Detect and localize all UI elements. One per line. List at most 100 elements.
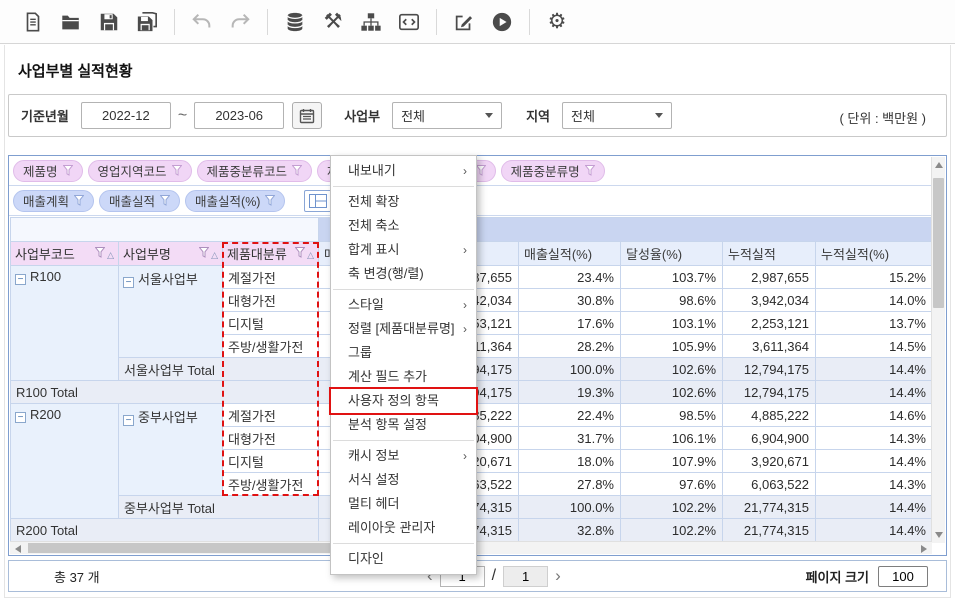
menu-item-format-settings[interactable]: 서식 설정 <box>331 468 476 492</box>
chip-product-midclass-name[interactable]: 제품중분류명 <box>501 160 605 182</box>
achieve-pct-cell[interactable]: 106.1% <box>621 427 723 450</box>
category-cell[interactable]: 디지털 <box>223 450 319 473</box>
category-cell[interactable]: 디지털 <box>223 312 319 335</box>
achieve-pct-cell[interactable]: 103.1% <box>621 312 723 335</box>
actual-pct-cell[interactable]: 19.3% <box>519 381 621 404</box>
achieve-pct-cell[interactable]: 102.2% <box>621 519 723 542</box>
menu-item-expand-all[interactable]: 전체 확장 <box>331 190 476 214</box>
division-select[interactable]: 전체 <box>392 102 502 129</box>
cum-pct-cell[interactable]: 14.4% <box>816 450 933 473</box>
pivot-layout-button[interactable] <box>304 190 332 212</box>
code-icon[interactable] <box>394 7 424 37</box>
sitemap-icon[interactable] <box>356 7 386 37</box>
cum-pct-cell[interactable]: 15.2% <box>816 266 933 289</box>
period-to-input[interactable] <box>194 102 284 129</box>
vertical-scrollbar[interactable] <box>931 157 945 543</box>
database-icon[interactable] <box>280 7 310 37</box>
actual-pct-cell[interactable]: 31.7% <box>519 427 621 450</box>
actual-pct-cell[interactable]: 17.6% <box>519 312 621 335</box>
cum-pct-cell[interactable]: 14.3% <box>816 427 933 450</box>
redo-icon[interactable] <box>225 7 255 37</box>
cum-cell[interactable]: 3,611,364 <box>723 335 816 358</box>
cum-pct-cell[interactable]: 14.0% <box>816 289 933 312</box>
save-all-icon[interactable] <box>132 7 162 37</box>
page-size-input[interactable] <box>878 566 928 587</box>
category-cell[interactable]: 주방/생활가전 <box>223 335 319 358</box>
col-header-actual-pct[interactable]: 매출실적(%) <box>519 242 621 266</box>
actual-pct-cell[interactable]: 22.4% <box>519 404 621 427</box>
undo-icon[interactable] <box>187 7 217 37</box>
div-name-cell[interactable]: −서울사업부 <box>119 266 223 358</box>
col-header-div-code[interactable]: 사업부코드△ <box>11 242 119 266</box>
cum-pct-cell[interactable]: 14.4% <box>816 496 933 519</box>
achieve-pct-cell[interactable]: 97.6% <box>621 473 723 496</box>
scroll-up-icon[interactable] <box>935 162 943 168</box>
col-header-cum-pct[interactable]: 누적실적(%) <box>816 242 933 266</box>
cum-pct-cell[interactable]: 14.4% <box>816 381 933 404</box>
achieve-pct-cell[interactable]: 103.7% <box>621 266 723 289</box>
cum-cell[interactable]: 21,774,315 <box>723 519 816 542</box>
cum-cell[interactable]: 12,794,175 <box>723 381 816 404</box>
achieve-pct-cell[interactable]: 102.6% <box>621 381 723 404</box>
actual-pct-cell[interactable]: 27.8% <box>519 473 621 496</box>
chip-sales-actual-pct[interactable]: 매출실적(%) <box>185 190 285 212</box>
actual-pct-cell[interactable]: 32.8% <box>519 519 621 542</box>
cum-cell[interactable]: 21,774,315 <box>723 496 816 519</box>
div-name-cell[interactable]: −중부사업부 <box>119 404 223 496</box>
category-cell[interactable]: 대형가전 <box>223 427 319 450</box>
achieve-pct-cell[interactable]: 102.2% <box>621 496 723 519</box>
menu-item-multi-header[interactable]: 멀티 헤더 <box>331 492 476 516</box>
chip-product-name[interactable]: 제품명 <box>13 160 83 182</box>
subtotal-label[interactable]: 서울사업부 Total <box>119 358 319 381</box>
menu-item-style[interactable]: 스타일› <box>331 293 476 317</box>
subtotal-label[interactable]: R200 Total <box>11 519 319 542</box>
category-cell[interactable]: 계절가전 <box>223 404 319 427</box>
menu-item-layout-manager[interactable]: 레이아웃 관리자 <box>331 516 476 540</box>
next-page-icon[interactable]: › <box>555 567 561 585</box>
actual-pct-cell[interactable]: 100.0% <box>519 358 621 381</box>
edit-icon[interactable] <box>449 7 479 37</box>
save-icon[interactable] <box>94 7 124 37</box>
collapse-icon[interactable]: − <box>123 277 134 288</box>
cum-cell[interactable]: 12,794,175 <box>723 358 816 381</box>
cum-cell[interactable]: 3,942,034 <box>723 289 816 312</box>
div-code-cell[interactable]: −R200 <box>11 404 119 519</box>
col-header-category[interactable]: 제품대분류△ <box>223 242 319 266</box>
menu-item-swap-axes[interactable]: 축 변경(행/렬) <box>331 262 476 286</box>
region-select[interactable]: 전체 <box>562 102 672 129</box>
calendar-button[interactable] <box>292 102 322 129</box>
menu-item-show-totals[interactable]: 합계 표시› <box>331 238 476 262</box>
category-cell[interactable]: 주방/생활가전 <box>223 473 319 496</box>
scroll-right-icon[interactable] <box>921 545 927 553</box>
menu-item-export[interactable]: 내보내기› <box>331 159 476 183</box>
run-icon[interactable] <box>487 7 517 37</box>
cum-pct-cell[interactable]: 13.7% <box>816 312 933 335</box>
menu-item-group[interactable]: 그룹 <box>331 341 476 365</box>
achieve-pct-cell[interactable]: 105.9% <box>621 335 723 358</box>
actual-pct-cell[interactable]: 100.0% <box>519 496 621 519</box>
cum-cell[interactable]: 2,253,121 <box>723 312 816 335</box>
menu-item-collapse-all[interactable]: 전체 축소 <box>331 214 476 238</box>
settings-icon[interactable]: ⚙ <box>542 7 572 37</box>
chip-product-midclass-code[interactable]: 제품중분류코드 <box>197 160 313 182</box>
menu-item-user-defined-item[interactable]: 사용자 정의 항목 <box>331 389 476 413</box>
menu-item-design[interactable]: 디자인 <box>331 547 476 571</box>
col-header-achieve-pct[interactable]: 달성율(%) <box>621 242 723 266</box>
cum-cell[interactable]: 6,904,900 <box>723 427 816 450</box>
actual-pct-cell[interactable]: 28.2% <box>519 335 621 358</box>
tools-icon[interactable]: ⚒ <box>318 7 348 37</box>
achieve-pct-cell[interactable]: 102.6% <box>621 358 723 381</box>
cum-pct-cell[interactable]: 14.4% <box>816 519 933 542</box>
chip-sales-region-code[interactable]: 영업지역코드 <box>88 160 192 182</box>
open-folder-icon[interactable] <box>56 7 86 37</box>
collapse-icon[interactable]: − <box>123 415 134 426</box>
scroll-down-icon[interactable] <box>935 532 943 538</box>
menu-item-sort[interactable]: 정렬 [제품대분류명]› <box>331 317 476 341</box>
col-header-cum[interactable]: 누적실적 <box>723 242 816 266</box>
vertical-scrollbar-thumb[interactable] <box>933 178 944 308</box>
cum-cell[interactable]: 4,885,222 <box>723 404 816 427</box>
new-document-icon[interactable] <box>18 7 48 37</box>
collapse-icon[interactable]: − <box>15 274 26 285</box>
achieve-pct-cell[interactable]: 107.9% <box>621 450 723 473</box>
cum-pct-cell[interactable]: 14.5% <box>816 335 933 358</box>
